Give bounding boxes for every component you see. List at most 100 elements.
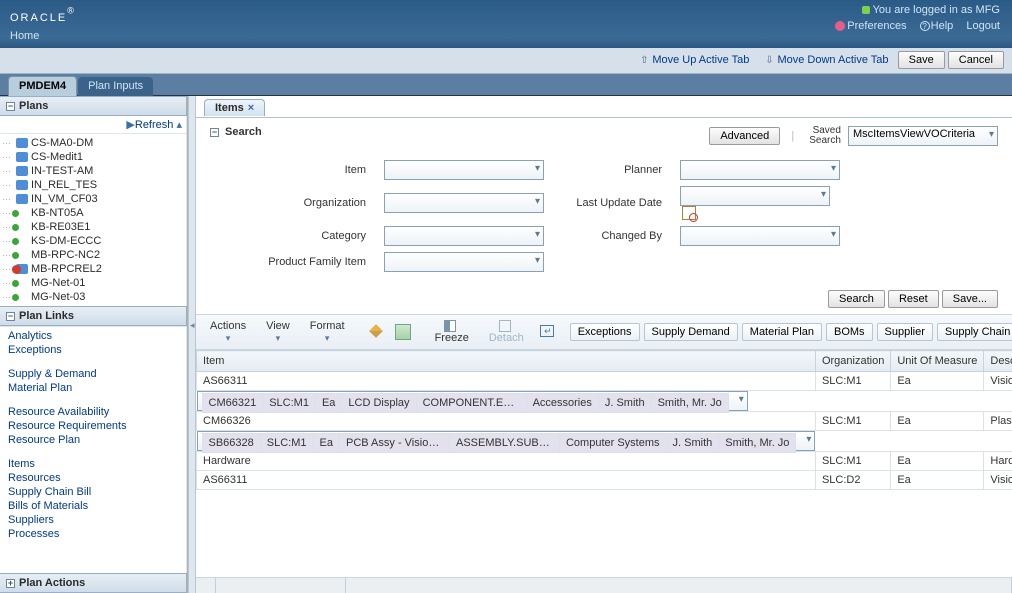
plan-tree-item[interactable]: ⋯MB-RPC-NC2 bbox=[0, 248, 184, 262]
cell-uom[interactable]: Ea bbox=[891, 452, 984, 471]
link-resource-availability[interactable]: Resource Availability bbox=[8, 405, 178, 419]
link-processes[interactable]: Processes bbox=[8, 527, 178, 541]
category-select[interactable] bbox=[384, 226, 544, 246]
home-link[interactable]: Home bbox=[10, 30, 39, 42]
boms-button[interactable]: BOMs bbox=[826, 323, 873, 341]
preferences-link[interactable]: Preferences bbox=[835, 20, 906, 32]
cell-buyer[interactable]: Smith, Mr. Jo bbox=[719, 434, 796, 453]
cell-catdesc[interactable]: Computer Systems bbox=[559, 434, 666, 453]
supply-demand-button[interactable]: Supply Demand bbox=[644, 323, 738, 341]
cell-org[interactable]: SLC:M1 bbox=[260, 434, 313, 453]
plan-tree-item[interactable]: ⋯IN_REL_TES bbox=[0, 178, 184, 192]
organization-select[interactable] bbox=[384, 193, 544, 213]
link-supply-chain-bill[interactable]: Supply Chain Bill bbox=[8, 485, 178, 499]
table-row[interactable]: HardwareSLC:M1EaHardware Product ...NEW.… bbox=[197, 452, 1012, 471]
cell-item[interactable]: CM66326 bbox=[197, 412, 816, 431]
material-plan-button[interactable]: Material Plan bbox=[742, 323, 822, 341]
horizontal-scrollbar[interactable] bbox=[196, 577, 1012, 593]
move-down-tab-link[interactable]: ⇩ Move Down Active Tab bbox=[764, 54, 888, 66]
tab-pmdem4[interactable]: PMDEM4 bbox=[8, 76, 77, 96]
cell-planner[interactable]: J. Smith bbox=[666, 434, 719, 453]
cell-buyer[interactable]: Smith, Mr. Jo bbox=[651, 394, 728, 413]
freeze-button[interactable]: Freeze bbox=[427, 317, 477, 347]
plan-tree-item[interactable]: ⋯MB-RPCREL2 bbox=[0, 262, 184, 276]
plan-tree-item[interactable]: ⋯KB-RE03E1 bbox=[0, 220, 184, 234]
exceptions-button[interactable]: Exceptions bbox=[570, 323, 640, 341]
table-row[interactable]: CM66326SLC:M1EaPlastic CaseCOMPONENT.MEC… bbox=[197, 412, 1012, 431]
plan-tree-item[interactable]: ⋯IN_VM_CF03 bbox=[0, 192, 184, 206]
plans-panel-header[interactable]: −Plans bbox=[0, 96, 187, 116]
cell-uom[interactable]: Ea bbox=[315, 394, 341, 413]
collapse-icon[interactable]: − bbox=[6, 312, 15, 321]
cell-cat[interactable]: COMPONENT.ELE... bbox=[416, 394, 526, 413]
cell-desc[interactable]: Vision Pad DX - Mo... bbox=[984, 372, 1012, 391]
search-header[interactable]: −Search bbox=[210, 126, 709, 138]
wrap-button[interactable] bbox=[536, 323, 558, 342]
cell-uom[interactable]: Ea bbox=[891, 412, 984, 431]
supply-chain-bill-button[interactable]: Supply Chain Bill bbox=[937, 323, 1012, 341]
tab-plan-inputs[interactable]: Plan Inputs bbox=[78, 77, 153, 96]
format-menu[interactable]: Format bbox=[302, 317, 353, 347]
table-row[interactable]: AS66311SLC:D2EaVision Pad DX - Mo...COMP… bbox=[197, 471, 1012, 490]
supplier-button[interactable]: Supplier bbox=[877, 323, 933, 341]
link-resources[interactable]: Resources bbox=[8, 471, 178, 485]
items-grid[interactable]: Item Organization Unit Of Measure Descri… bbox=[196, 350, 1012, 577]
col-description[interactable]: Description bbox=[984, 351, 1012, 372]
cell-desc[interactable]: PCB Assy - Vision ... bbox=[339, 434, 449, 453]
col-item[interactable]: Item bbox=[197, 351, 816, 372]
plan-tree-item[interactable]: ⋯MG-Net-01 bbox=[0, 276, 184, 290]
link-material-plan[interactable]: Material Plan bbox=[8, 381, 178, 395]
help-link[interactable]: ?Help bbox=[920, 20, 954, 32]
link-bills-of-materials[interactable]: Bills of Materials bbox=[8, 499, 178, 513]
cell-item[interactable]: AS66311 bbox=[197, 372, 816, 391]
link-supply-demand[interactable]: Supply & Demand bbox=[8, 367, 178, 381]
refresh-link[interactable]: ▶Refresh bbox=[126, 119, 173, 131]
changed-by-select[interactable] bbox=[680, 226, 840, 246]
link-analytics[interactable]: Analytics bbox=[8, 329, 178, 343]
date-picker-icon[interactable] bbox=[682, 206, 696, 220]
cell-cat[interactable]: ASSEMBLY.SUBASSY bbox=[449, 434, 559, 453]
advanced-button[interactable]: Advanced bbox=[709, 127, 780, 145]
collapse-icon[interactable]: − bbox=[210, 128, 219, 137]
plan-tree[interactable]: ⋯CS-MA0-DM⋯CS-Medit1⋯IN-TEST-AM⋯IN_REL_T… bbox=[0, 134, 187, 306]
cell-org[interactable]: SLC:M1 bbox=[815, 452, 890, 471]
cell-item[interactable]: AS66311 bbox=[197, 471, 816, 490]
link-resource-requirements[interactable]: Resource Requirements bbox=[8, 419, 178, 433]
item-select[interactable] bbox=[384, 160, 544, 180]
collapse-icon[interactable]: − bbox=[6, 102, 15, 111]
cell-desc[interactable]: Vision Pad DX - Mo... bbox=[984, 471, 1012, 490]
reset-button[interactable]: Reset bbox=[888, 290, 939, 308]
cell-item[interactable]: SB66328 bbox=[202, 434, 260, 453]
cell-uom[interactable]: Ea bbox=[891, 471, 984, 490]
link-resource-plan[interactable]: Resource Plan bbox=[8, 433, 178, 447]
view-menu[interactable]: View bbox=[258, 317, 298, 347]
link-items[interactable]: Items bbox=[8, 457, 178, 471]
product-family-item-select[interactable] bbox=[384, 252, 544, 272]
plan-tree-item[interactable]: ⋯CS-Medit1 bbox=[0, 150, 184, 164]
tab-items[interactable]: Items× bbox=[204, 99, 265, 116]
link-exceptions[interactable]: Exceptions bbox=[8, 343, 178, 357]
global-save-button[interactable]: Save bbox=[898, 51, 945, 69]
cell-org[interactable]: SLC:M1 bbox=[815, 372, 890, 391]
vertical-splitter[interactable]: ◂ bbox=[188, 96, 196, 593]
col-uom[interactable]: Unit Of Measure bbox=[891, 351, 984, 372]
search-button[interactable]: Search bbox=[828, 290, 885, 308]
edit-button[interactable] bbox=[365, 322, 387, 343]
cell-desc[interactable]: Plastic Case bbox=[984, 412, 1012, 431]
cell-planner[interactable]: J. Smith bbox=[598, 394, 651, 413]
table-row[interactable]: SB66328SLC:M1EaPCB Assy - Vision ...ASSE… bbox=[197, 431, 816, 451]
cell-org[interactable]: SLC:M1 bbox=[815, 412, 890, 431]
scroll-up-icon[interactable]: ▴ bbox=[176, 119, 182, 131]
saved-search-select[interactable]: MscItemsViewVOCriteria bbox=[848, 126, 998, 146]
link-suppliers[interactable]: Suppliers bbox=[8, 513, 178, 527]
plan-actions-panel-header[interactable]: +Plan Actions bbox=[0, 573, 187, 593]
cell-uom[interactable]: Ea bbox=[891, 372, 984, 391]
plan-tree-item[interactable]: ⋯KS-DM-ECCC bbox=[0, 234, 184, 248]
planner-select[interactable] bbox=[680, 160, 840, 180]
detach-button[interactable]: Detach bbox=[481, 317, 532, 347]
expand-icon[interactable]: + bbox=[6, 579, 15, 588]
close-icon[interactable]: × bbox=[248, 102, 254, 114]
last-update-date-input[interactable] bbox=[680, 186, 830, 206]
cell-uom[interactable]: Ea bbox=[313, 434, 339, 453]
save-search-button[interactable]: Save... bbox=[942, 290, 998, 308]
